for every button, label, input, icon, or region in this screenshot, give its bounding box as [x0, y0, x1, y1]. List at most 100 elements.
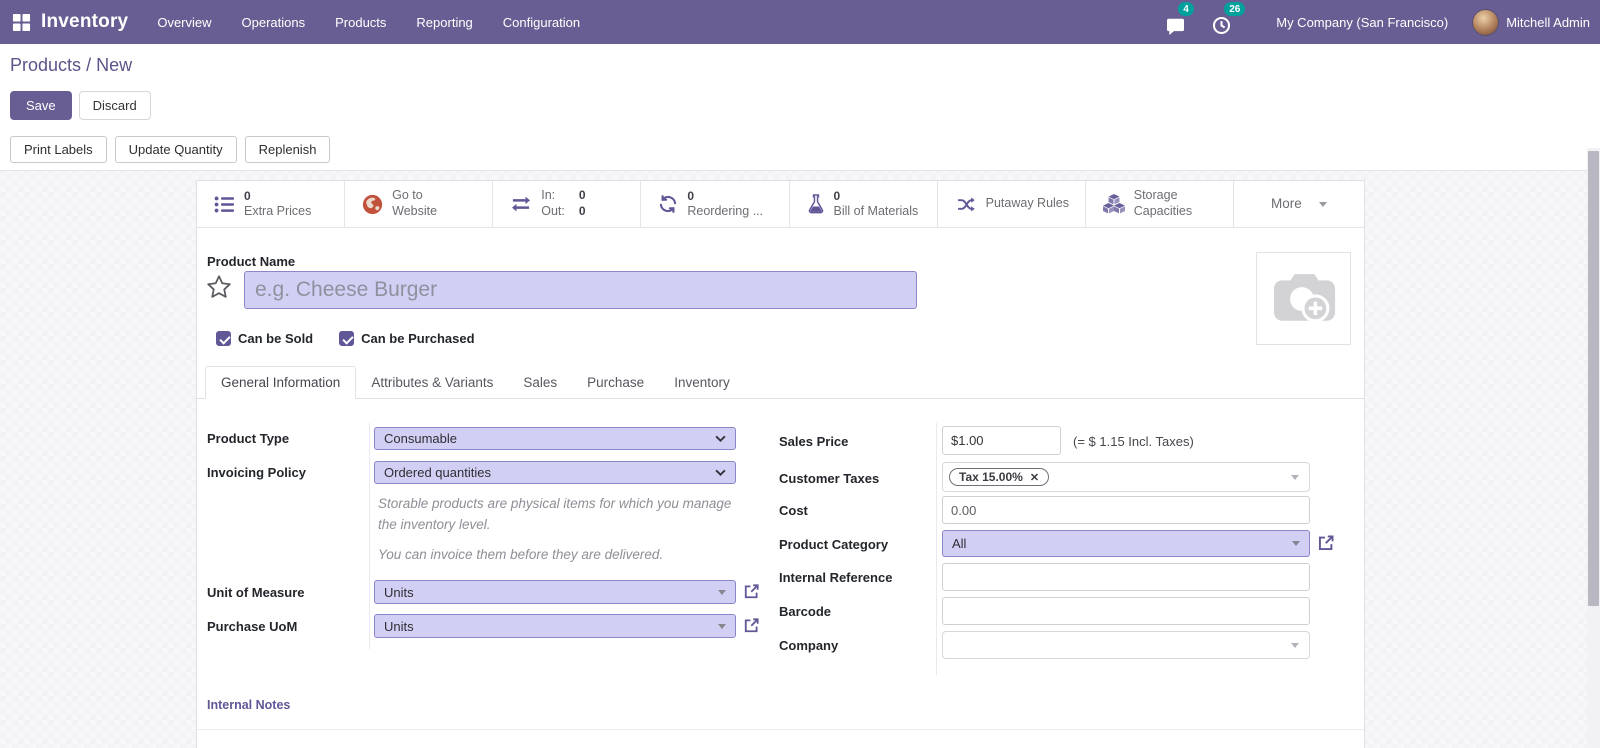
- invoicing-policy-label: Invoicing Policy: [207, 465, 306, 480]
- notebook-tabs: General Information Attributes & Variant…: [197, 366, 1364, 399]
- in-label: In:: [541, 188, 556, 203]
- purchase-uom-value: Units: [384, 618, 414, 634]
- nav-menu-products[interactable]: Products: [320, 1, 401, 44]
- avatar[interactable]: [1472, 8, 1500, 36]
- dropdown-caret-icon: [718, 623, 726, 629]
- sales-price-input[interactable]: [942, 426, 1061, 455]
- chevron-down-icon: [1318, 201, 1327, 207]
- tax-tag-remove-icon[interactable]: ✕: [1030, 471, 1039, 484]
- chat-icon: [1167, 18, 1185, 35]
- product-type-label: Product Type: [207, 431, 290, 446]
- purchase-uom-label: Purchase UoM: [207, 619, 298, 634]
- reordering-rules-stat-button[interactable]: 0 Reordering ...: [641, 181, 790, 227]
- forecasted-inout-stat-button[interactable]: In: 0 Out: 0: [493, 181, 642, 227]
- product-category-external-link-icon[interactable]: [1317, 534, 1334, 551]
- out-label: Out:: [541, 204, 565, 218]
- update-quantity-button[interactable]: Update Quantity: [114, 136, 237, 163]
- uom-select[interactable]: Units: [374, 580, 736, 604]
- uom-label: Unit of Measure: [207, 585, 305, 600]
- exchange-arrows-icon: [510, 195, 532, 213]
- reordering-count: 0: [687, 188, 695, 203]
- tax-tag-label: Tax 15.00%: [959, 470, 1023, 484]
- favorite-star-icon[interactable]: [205, 273, 233, 306]
- reordering-label: Reordering ...: [687, 203, 764, 218]
- breadcrumb-products-link[interactable]: Products: [10, 55, 81, 75]
- company-label: Company: [779, 638, 839, 653]
- print-labels-button[interactable]: Print Labels: [10, 136, 107, 163]
- extra-prices-stat-button[interactable]: 0 Extra Prices: [197, 181, 346, 227]
- breadcrumb: Products / New: [10, 55, 132, 76]
- putaway-label: Putaway Rules: [985, 196, 1069, 211]
- internal-notes-divider: [197, 729, 1364, 730]
- app-name[interactable]: Inventory: [41, 11, 128, 33]
- stat-button-row: 0 Extra Prices Go to Website In: 0 Out: …: [197, 181, 1364, 228]
- invoicing-policy-select[interactable]: Ordered quantities: [374, 461, 736, 484]
- purchase-uom-external-link-icon[interactable]: [743, 617, 760, 634]
- scrollbar-thumb[interactable]: [1588, 151, 1599, 606]
- camera-plus-icon: [1273, 273, 1335, 322]
- save-button[interactable]: Save: [10, 91, 72, 120]
- breadcrumb-current: New: [96, 55, 133, 75]
- product-name-input[interactable]: [244, 271, 917, 309]
- help-text-storable: Storable products are physical items for…: [378, 496, 732, 532]
- refresh-icon: [658, 194, 678, 214]
- invoicing-policy-value: Ordered quantities: [384, 465, 491, 480]
- dropdown-caret-icon: [1292, 541, 1300, 546]
- nav-menu-operations[interactable]: Operations: [227, 1, 321, 44]
- cubes-icon: [1102, 194, 1125, 214]
- tab-sales[interactable]: Sales: [508, 367, 572, 398]
- customer-taxes-field[interactable]: Tax 15.00% ✕: [942, 462, 1310, 492]
- sales-price-label: Sales Price: [779, 434, 849, 449]
- storage-line2: Capacities: [1133, 204, 1193, 218]
- go-to-website-stat-button[interactable]: Go to Website: [345, 181, 494, 227]
- help-text-invoice: You can invoice them before they are del…: [378, 546, 664, 562]
- internal-notes-label: Internal Notes: [207, 698, 291, 712]
- tab-general-information[interactable]: General Information: [205, 366, 357, 399]
- uom-value: Units: [384, 584, 414, 600]
- dropdown-caret-icon: [1291, 474, 1299, 480]
- tab-purchase[interactable]: Purchase: [572, 367, 659, 398]
- activities-button[interactable]: 26: [1212, 2, 1246, 35]
- barcode-label: Barcode: [779, 604, 832, 619]
- storage-line1: Storage: [1133, 188, 1178, 203]
- extra-prices-count: 0: [244, 188, 251, 203]
- bom-count: 0: [833, 188, 841, 203]
- purchase-uom-select[interactable]: Units: [374, 614, 736, 638]
- uom-external-link-icon[interactable]: [743, 583, 760, 600]
- top-navbar: Inventory Overview Operations Products R…: [0, 0, 1600, 44]
- extra-prices-label: Extra Prices: [244, 203, 312, 218]
- replenish-button[interactable]: Replenish: [244, 136, 331, 163]
- can-be-purchased-checkbox[interactable]: [339, 331, 355, 346]
- breadcrumb-separator: /: [86, 55, 92, 75]
- messages-badge: 4: [1178, 2, 1194, 16]
- storage-capacities-stat-button[interactable]: Storage Capacities: [1085, 181, 1234, 227]
- cost-input[interactable]: [942, 496, 1310, 524]
- bill-of-materials-stat-button[interactable]: 0 Bill of Materials: [789, 181, 938, 227]
- nav-menu-overview[interactable]: Overview: [142, 1, 226, 44]
- dropdown-caret-icon: [1291, 642, 1299, 648]
- company-select[interactable]: [942, 631, 1310, 659]
- putaway-rules-stat-button[interactable]: Putaway Rules: [937, 181, 1086, 227]
- product-name-label: Product Name: [207, 254, 296, 269]
- product-type-select[interactable]: Consumable: [374, 427, 736, 450]
- product-category-select[interactable]: All: [942, 530, 1310, 557]
- vertical-scrollbar[interactable]: [1587, 148, 1600, 748]
- can-be-purchased-label: Can be Purchased: [361, 331, 475, 346]
- barcode-input[interactable]: [942, 597, 1310, 625]
- tab-inventory[interactable]: Inventory: [659, 367, 745, 398]
- company-switcher[interactable]: My Company (San Francisco): [1276, 15, 1448, 30]
- can-be-sold-checkbox[interactable]: [216, 331, 231, 346]
- more-stat-button[interactable]: More: [1233, 181, 1364, 227]
- nav-menu-reporting[interactable]: Reporting: [401, 1, 487, 44]
- internal-reference-input[interactable]: [942, 563, 1310, 591]
- can-be-sold-label: Can be Sold: [238, 331, 314, 346]
- user-menu[interactable]: Mitchell Admin: [1506, 15, 1590, 30]
- apps-menu-icon[interactable]: [0, 13, 41, 32]
- tax-tag: Tax 15.00% ✕: [949, 468, 1050, 486]
- invoicing-policy-help: Storable products are physical items for…: [378, 494, 734, 566]
- discard-button[interactable]: Discard: [78, 91, 151, 120]
- product-image-upload[interactable]: [1256, 252, 1351, 345]
- tab-attributes-variants[interactable]: Attributes & Variants: [356, 367, 508, 398]
- messages-button[interactable]: 4: [1166, 2, 1194, 35]
- nav-menu-configuration[interactable]: Configuration: [488, 1, 595, 44]
